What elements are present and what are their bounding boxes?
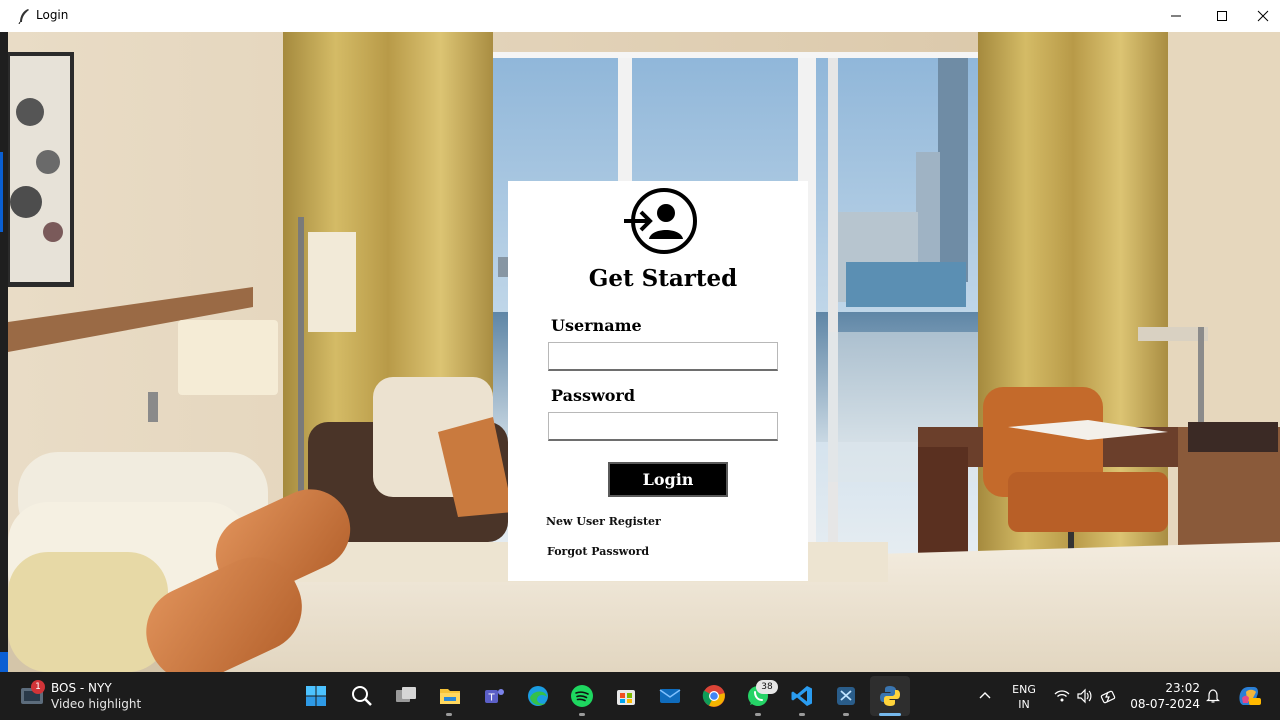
whatsapp-badge: 38 (756, 680, 778, 694)
edge-button[interactable] (522, 680, 554, 712)
svg-text:T: T (487, 693, 495, 704)
minimize-icon (1171, 15, 1181, 17)
news-subtitle: Video highlight (51, 697, 142, 711)
window-title: Login (36, 8, 69, 22)
python-icon (880, 686, 900, 706)
maximize-button[interactable] (1199, 0, 1245, 32)
notification-bell-icon[interactable] (1206, 688, 1220, 704)
username-label: Username (551, 316, 642, 335)
clock-time[interactable]: 23:02 (1150, 681, 1200, 695)
snipping-tool-button[interactable] (830, 680, 862, 712)
copilot-icon[interactable] (1236, 684, 1262, 708)
wifi-icon[interactable] (1054, 689, 1070, 703)
mail-icon (659, 689, 681, 703)
vscode-button[interactable] (786, 680, 818, 712)
new-user-register-link[interactable]: New User Register (546, 515, 661, 528)
login-user-icon (624, 188, 697, 254)
spotify-button[interactable] (566, 680, 598, 712)
start-button[interactable] (300, 680, 332, 712)
taskbar: 1 BOS - NYY Video highlight T 38 ENG IN … (0, 672, 1280, 720)
chevron-up-icon[interactable] (978, 690, 992, 700)
login-button[interactable]: Login (608, 462, 728, 497)
forgot-password-link[interactable]: Forgot Password (547, 545, 649, 558)
news-title: BOS - NYY (51, 681, 112, 695)
task-view-icon (396, 687, 416, 702)
start-icon (306, 686, 326, 706)
feather-icon (18, 9, 29, 24)
close-icon (1257, 10, 1268, 22)
search-button[interactable] (346, 680, 378, 712)
language-indicator[interactable]: ENG (1012, 683, 1036, 696)
news-badge: 1 (31, 680, 45, 694)
spotify-icon (571, 685, 593, 707)
password-label: Password (551, 386, 636, 405)
file-explorer-icon (440, 689, 460, 704)
teams-button[interactable]: T (478, 680, 510, 712)
mail-button[interactable] (654, 680, 686, 712)
minimize-button[interactable] (1153, 0, 1199, 32)
store-icon (617, 690, 635, 705)
python-button[interactable] (874, 680, 906, 712)
language-region: IN (1018, 698, 1030, 711)
store-button[interactable] (610, 680, 642, 712)
vscode-icon (791, 686, 812, 706)
battery-icon[interactable] (1100, 688, 1118, 704)
login-panel: Get Started Username Password Login New … (508, 181, 808, 581)
close-button[interactable] (1245, 0, 1280, 32)
left-edge (0, 32, 8, 672)
search-icon (352, 686, 372, 706)
task-view-button[interactable] (390, 680, 422, 712)
snipping-icon (837, 687, 855, 705)
chrome-icon (702, 685, 725, 707)
volume-icon[interactable] (1076, 688, 1092, 704)
chrome-button[interactable] (698, 680, 730, 712)
maximize-icon (1217, 11, 1227, 21)
page-title: Get Started (588, 265, 738, 292)
file-explorer-button[interactable] (434, 680, 466, 712)
teams-icon: T (485, 689, 504, 704)
clock-date[interactable]: 08-07-2024 (1128, 697, 1200, 711)
password-input[interactable] (548, 412, 778, 441)
edge-icon (528, 686, 548, 706)
username-input[interactable] (548, 342, 778, 371)
window-titlebar: Login (0, 0, 1280, 32)
